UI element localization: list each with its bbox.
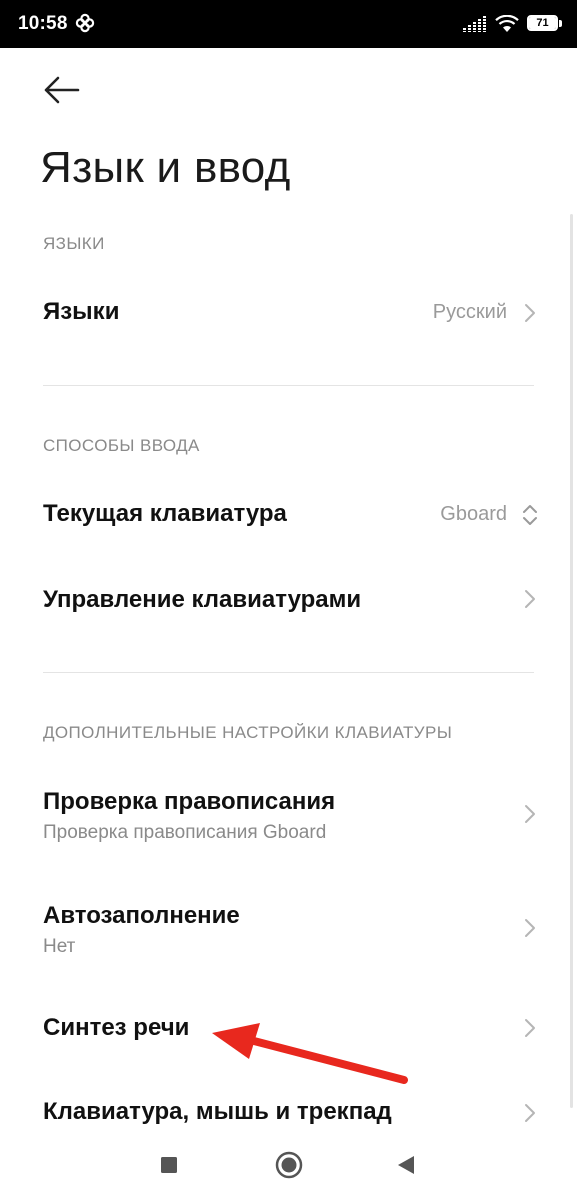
chevron-right-icon [525, 304, 535, 322]
chevron-right-icon [525, 1019, 535, 1037]
back-triangle-icon [398, 1156, 414, 1174]
chevron-right-icon [525, 805, 535, 823]
status-bar: 10:58 71 [0, 0, 577, 48]
battery-icon: 71 [527, 15, 563, 33]
status-time: 10:58 [18, 13, 68, 34]
back-nav-button[interactable] [391, 1150, 421, 1180]
wifi-icon [495, 15, 519, 32]
section-header-keyboard-settings: ДОПОЛНИТЕЛЬНЫЕ НАСТРОЙКИ КЛАВИАТУРЫ [43, 723, 453, 742]
keyboard-mouse-trackpad-row[interactable]: Клавиатура, мышь и трекпад [0, 1075, 577, 1130]
page-title: Язык и ввод [40, 143, 291, 192]
arrow-left-icon [44, 76, 80, 104]
row-title: Текущая клавиатура [43, 500, 287, 527]
manage-keyboards-row[interactable]: Управление клавиатурами [0, 558, 577, 644]
row-title: Управление клавиатурами [43, 586, 362, 613]
pinwheel-app-icon [75, 13, 95, 33]
row-title: Синтез речи [43, 1014, 190, 1041]
recents-button[interactable] [154, 1150, 184, 1180]
row-title: Проверка правописания [43, 788, 336, 815]
home-button[interactable] [274, 1150, 304, 1180]
recents-square-icon [161, 1157, 177, 1173]
section-header-input-methods: СПОСОБЫ ВВОДА [43, 436, 200, 455]
row-subtitle: Нет [43, 936, 76, 957]
section-header-languages: ЯЗЫКИ [43, 234, 105, 253]
battery-level: 71 [536, 17, 549, 29]
status-icons: 71 [463, 12, 563, 36]
back-button[interactable] [40, 70, 84, 110]
home-circle-icon [275, 1151, 303, 1179]
divider [43, 385, 534, 386]
chevron-right-icon [525, 1104, 535, 1122]
signal-icon [463, 16, 486, 32]
row-title: Языки [43, 298, 120, 325]
spell-check-row[interactable]: Проверка правописания Проверка правописа… [0, 770, 577, 862]
current-keyboard-row[interactable]: Текущая клавиатура Gboard [0, 472, 577, 558]
row-value: Русский [432, 301, 507, 323]
autofill-row[interactable]: Автозаполнение Нет [0, 884, 577, 976]
chevron-right-icon [525, 919, 535, 937]
row-value: Gboard [440, 503, 507, 525]
row-title: Автозаполнение [43, 902, 240, 929]
chevron-up-down-icon [523, 505, 537, 525]
row-title: Клавиатура, мышь и трекпад [43, 1098, 392, 1125]
navigation-bar [0, 1130, 577, 1200]
row-subtitle: Проверка правописания Gboard [43, 822, 327, 843]
divider [43, 672, 534, 673]
chevron-right-icon [525, 590, 535, 608]
languages-row[interactable]: Языки Русский [0, 270, 577, 356]
speech-synthesis-row[interactable]: Синтез речи [0, 990, 577, 1066]
